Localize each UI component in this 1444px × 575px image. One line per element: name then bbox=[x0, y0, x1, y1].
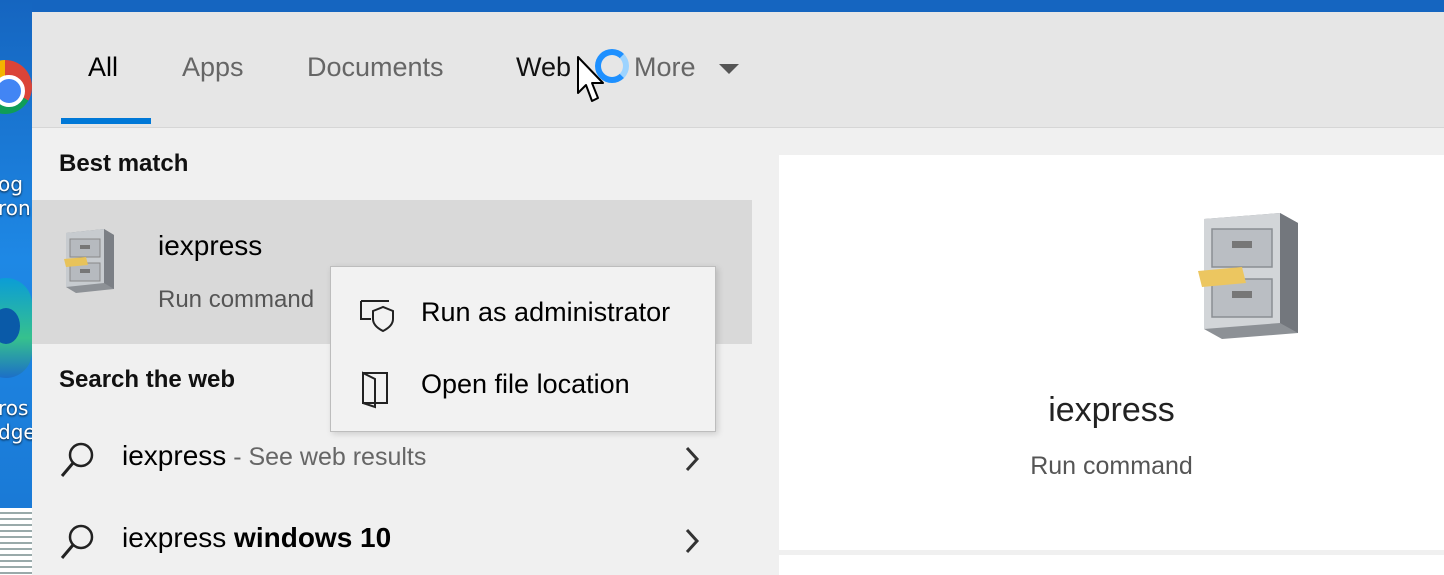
web-result-suffix: - See web results bbox=[226, 443, 427, 471]
tab-apps[interactable]: Apps bbox=[182, 52, 244, 83]
chrome-desktop-icon[interactable] bbox=[0, 60, 32, 114]
best-match-subtitle: Run command bbox=[158, 286, 315, 313]
best-match-name: iexpress bbox=[158, 230, 263, 261]
best-match-heading: Best match bbox=[59, 150, 189, 177]
desktop-background: og ron ros dge bbox=[0, 0, 32, 575]
tab-documents[interactable]: Documents bbox=[307, 52, 444, 83]
chrome-desktop-label: og ron bbox=[0, 172, 31, 220]
preview-app-name: iexpress bbox=[1048, 391, 1175, 429]
search-icon bbox=[60, 442, 94, 477]
run-as-administrator-label: Run as administrator bbox=[421, 297, 671, 327]
run-as-administrator-menu-item[interactable]: Run as administrator bbox=[331, 277, 715, 349]
active-tab-indicator bbox=[61, 118, 151, 124]
filing-cabinet-icon bbox=[1198, 213, 1298, 339]
filing-cabinet-icon bbox=[64, 229, 114, 293]
tab-web[interactable]: Web bbox=[516, 52, 571, 83]
preview-pane: iexpress Run command bbox=[779, 155, 1444, 550]
web-result-query: iexpress bbox=[122, 440, 227, 471]
chevron-right-icon bbox=[685, 528, 700, 554]
search-web-heading: Search the web bbox=[59, 366, 236, 393]
search-icon bbox=[60, 524, 94, 559]
tab-more[interactable]: More bbox=[634, 52, 696, 83]
notepad-desktop-icon[interactable] bbox=[0, 508, 32, 575]
folder-open-icon bbox=[362, 371, 388, 409]
tab-all[interactable]: All bbox=[88, 52, 118, 83]
mouse-cursor-icon bbox=[577, 56, 604, 102]
shield-run-icon bbox=[360, 300, 394, 333]
preview-pane-lower bbox=[779, 555, 1444, 575]
web-result-query: iexpress bbox=[122, 522, 235, 553]
preview-app-subtitle: Run command bbox=[1030, 452, 1193, 480]
edge-desktop-label: ros dge bbox=[0, 396, 32, 444]
web-result-text: iexpress - See web results bbox=[122, 440, 426, 472]
chevron-down-icon[interactable] bbox=[719, 64, 739, 74]
web-result-bold: windows 10 bbox=[234, 522, 392, 553]
web-result-text: iexpress windows 10 bbox=[122, 522, 391, 554]
desktop-top-edge bbox=[0, 0, 1444, 12]
edge-desktop-icon[interactable] bbox=[0, 278, 32, 378]
open-file-location-label: Open file location bbox=[421, 369, 630, 399]
search-filter-tabs: All Apps Documents Web More bbox=[32, 12, 1444, 128]
web-result-row[interactable]: iexpress windows 10 bbox=[32, 500, 752, 575]
